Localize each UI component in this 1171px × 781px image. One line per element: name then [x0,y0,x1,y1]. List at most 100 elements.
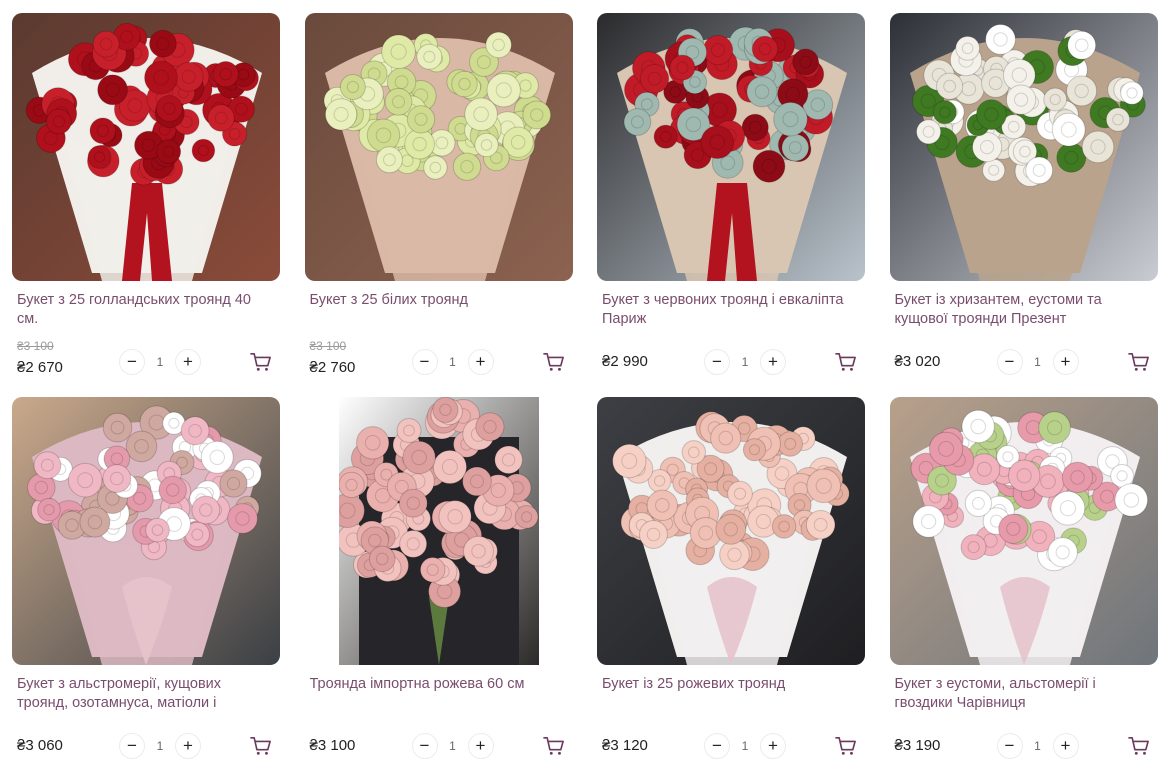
product-card: Букет з альстромерії, кущових троянд, оз… [12,397,280,781]
product-photo[interactable] [12,397,280,665]
quantity-value[interactable]: 1 [145,355,175,369]
quantity-stepper: − 1 + [704,733,786,759]
current-price: ₴3 190 [894,737,941,754]
price-block: ₴2 990 [602,339,692,381]
cart-icon[interactable] [250,736,272,756]
product-grid: Букет з 25 голландських троянд 40 см. ₴3… [12,13,1158,781]
quantity-stepper: − 1 + [704,349,786,375]
plus-icon: + [475,736,486,755]
plus-icon: + [1060,352,1071,371]
quantity-stepper: − 1 + [996,733,1079,759]
minus-icon: − [1004,352,1015,371]
product-title[interactable]: Букет з альстромерії, кущових троянд, оз… [17,675,275,715]
product-title[interactable]: Букет із хризантем, еустоми та кущової т… [895,291,1153,331]
cart-icon[interactable] [1127,352,1150,372]
current-price: ₴3 100 [309,737,356,754]
plus-icon: + [183,352,193,371]
decrease-button[interactable]: − [119,733,145,759]
product-photo[interactable] [597,397,865,665]
product-photo[interactable] [889,397,1158,665]
increase-button[interactable]: + [467,733,494,759]
decrease-button[interactable]: − [996,349,1023,375]
old-price: ₴3 100 [17,339,54,353]
increase-button[interactable]: + [1052,733,1079,759]
current-price: ₴2 990 [602,353,648,370]
product-title[interactable]: Букет із 25 рожевих троянд [602,675,860,715]
product-card: Букет із хризантем, еустоми та кущової т… [889,13,1158,397]
current-price: ₴3 060 [17,737,63,754]
product-card: Букет з еустоми, альстомерії і гвоздики … [889,397,1158,781]
plus-icon: + [475,352,486,371]
quantity-value[interactable]: 1 [730,355,760,369]
price-block: ₴3 120 [602,723,692,765]
product-footer: ₴2 990 − 1 + [602,339,865,381]
minus-icon: − [419,736,430,755]
product-title[interactable]: Букет з еустоми, альстомерії і гвоздики … [895,675,1153,715]
price-block: ₴3 190 [895,723,985,765]
minus-icon: − [419,352,430,371]
minus-icon: − [127,352,137,371]
product-title[interactable]: Букет з 25 голландських троянд 40 см. [17,291,275,331]
decrease-button[interactable]: − [411,733,438,759]
quantity-stepper: − 1 + [119,349,201,375]
product-card: Букет з червоних троянд і евкаліпта Пари… [597,13,865,397]
quantity-value[interactable]: 1 [1023,739,1053,753]
current-price: ₴2 760 [309,359,356,376]
product-title[interactable]: Букет з 25 білих троянд [310,291,568,331]
product-card: Букет з 25 голландських троянд 40 см. ₴3… [12,13,280,397]
minus-icon: − [1004,736,1015,755]
price-block: ₴3 100 ₴2 760 [310,339,400,381]
product-card: Букет з 25 білих троянд ₴3 100 ₴2 760 − … [304,13,573,397]
decrease-button[interactable]: − [996,733,1023,759]
plus-icon: + [183,736,193,755]
product-photo[interactable] [12,13,280,281]
product-title[interactable]: Букет з червоних троянд і евкаліпта Пари… [602,291,860,331]
increase-button[interactable]: + [1052,349,1079,375]
product-card: Троянда імпортна рожева 60 см ₴3 100 − 1… [305,397,573,781]
increase-button[interactable]: + [467,349,494,375]
product-footer: ₴3 100 ₴2 760 − 1 + [310,339,573,381]
quantity-stepper: − 1 + [996,349,1079,375]
quantity-stepper: − 1 + [411,733,494,759]
quantity-value[interactable]: 1 [438,355,468,369]
quantity-value[interactable]: 1 [730,739,760,753]
quantity-stepper: − 1 + [411,349,494,375]
product-photo[interactable] [889,13,1158,281]
current-price: ₴2 670 [17,359,63,376]
quantity-value[interactable]: 1 [438,739,468,753]
price-block: ₴3 060 [17,723,107,765]
product-footer: ₴3 100 ₴2 670 − 1 + [17,339,280,381]
decrease-button[interactable]: − [411,349,438,375]
plus-icon: + [768,736,778,755]
old-price: ₴3 100 [309,339,347,353]
decrease-button[interactable]: − [704,349,730,375]
product-title[interactable]: Троянда імпортна рожева 60 см [310,675,568,715]
product-footer: ₴3 100 − 1 + [310,723,573,765]
cart-icon[interactable] [1127,736,1150,756]
product-photo[interactable] [597,13,865,281]
minus-icon: − [712,736,722,755]
decrease-button[interactable]: − [704,733,730,759]
cart-icon[interactable] [835,736,857,756]
decrease-button[interactable]: − [119,349,145,375]
cart-icon[interactable] [250,352,272,372]
quantity-value[interactable]: 1 [1023,355,1053,369]
increase-button[interactable]: + [760,349,786,375]
cart-icon[interactable] [542,352,565,372]
price-block: ₴3 020 [895,339,985,381]
product-photo[interactable] [338,397,539,665]
cart-icon[interactable] [835,352,857,372]
price-block: ₴3 100 ₴2 670 [17,339,107,381]
product-footer: ₴3 120 − 1 + [602,723,865,765]
price-block: ₴3 100 [310,723,400,765]
minus-icon: − [127,736,137,755]
plus-icon: + [768,352,778,371]
product-card: Букет із 25 рожевих троянд ₴3 120 − 1 + [597,397,865,781]
increase-button[interactable]: + [175,733,201,759]
increase-button[interactable]: + [175,349,201,375]
quantity-value[interactable]: 1 [145,739,175,753]
minus-icon: − [712,352,722,371]
increase-button[interactable]: + [760,733,786,759]
cart-icon[interactable] [542,736,565,756]
product-photo[interactable] [304,13,573,281]
